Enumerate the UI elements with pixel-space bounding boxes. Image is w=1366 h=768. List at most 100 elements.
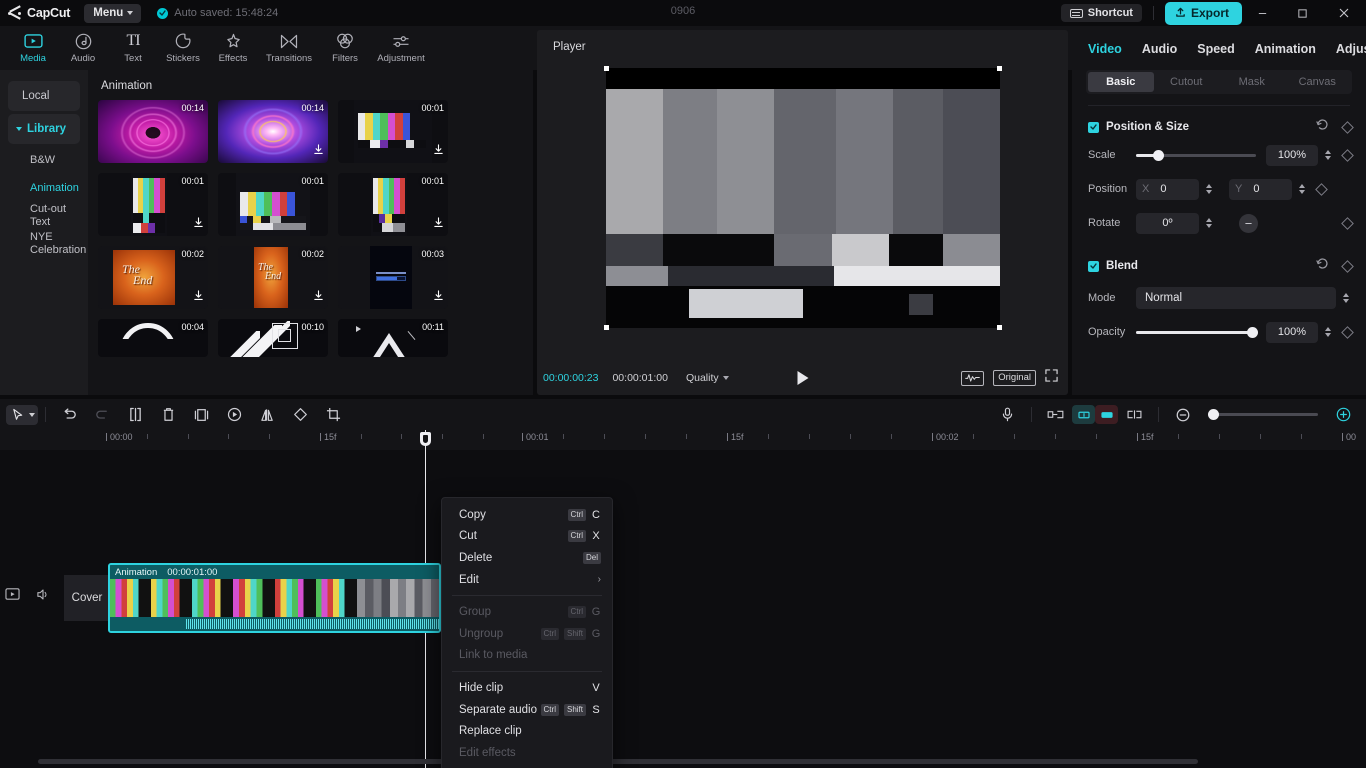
opacity-stepper[interactable] — [1322, 327, 1334, 337]
segment-mask[interactable]: Mask — [1219, 72, 1285, 92]
download-icon[interactable] — [433, 288, 444, 306]
download-icon[interactable] — [193, 215, 204, 233]
position-y-field[interactable]: Y 0 — [1229, 179, 1292, 200]
maximize-button[interactable] — [1282, 0, 1322, 26]
mute-icon[interactable] — [36, 588, 50, 606]
media-item[interactable]: 00:01 — [98, 173, 208, 236]
waveform-scope-icon[interactable] — [961, 371, 984, 386]
keyframe-icon[interactable] — [1341, 121, 1354, 134]
media-item[interactable]: TheEnd 00:02 — [218, 246, 328, 309]
quality-dropdown[interactable]: Quality — [686, 372, 729, 384]
magnet-toggle[interactable] — [1072, 405, 1095, 424]
timeline-horizontal-scrollbar[interactable] — [38, 759, 1198, 764]
tab-adjustment[interactable]: Adjustm — [1336, 42, 1366, 56]
resize-handle-br[interactable] — [997, 325, 1002, 330]
undo-button[interactable] — [53, 399, 86, 430]
tab-speed[interactable]: Speed — [1197, 42, 1235, 56]
timeline-ruler[interactable]: 00:00 15f 00:01 15f 00:02 15f 00 — [0, 430, 1366, 450]
frame-icon[interactable] — [5, 587, 20, 606]
tab-animation[interactable]: Animation — [1255, 42, 1316, 56]
media-item[interactable]: TheEnd 00:02 — [98, 246, 208, 309]
split-button[interactable] — [119, 399, 152, 430]
download-icon[interactable] — [433, 215, 444, 233]
media-item[interactable]: 00:10 — [218, 319, 328, 357]
sidebar-item-cutout-text[interactable]: Cut-out Text — [8, 203, 80, 229]
sidebar-item-library[interactable]: Library — [8, 114, 80, 144]
link-left-button[interactable] — [1039, 399, 1072, 430]
keyframe-icon[interactable] — [1341, 217, 1354, 230]
scale-value[interactable]: 100% — [1266, 145, 1318, 166]
play-button[interactable] — [797, 371, 808, 385]
tab-audio[interactable]: Audio — [1142, 42, 1177, 56]
menu-item-replace-clip[interactable]: Replace clip — [442, 720, 612, 742]
keyframe-icon[interactable] — [1315, 183, 1328, 196]
crop-button[interactable] — [317, 399, 350, 430]
unlink-button[interactable] — [1118, 399, 1151, 430]
sidebar-item-animation[interactable]: Animation — [8, 175, 80, 201]
zoom-slider[interactable] — [1208, 413, 1318, 416]
blend-checkbox[interactable] — [1088, 261, 1099, 272]
opacity-value[interactable]: 100% — [1266, 322, 1318, 343]
nav-tab-effects[interactable]: Effects — [208, 26, 258, 70]
opacity-slider[interactable] — [1136, 331, 1256, 334]
timeline-clip[interactable]: Animation 00:00:01:00 — [108, 563, 441, 633]
media-item[interactable]: 00:01 — [338, 173, 448, 236]
close-button[interactable] — [1322, 0, 1366, 26]
speed-button[interactable] — [218, 399, 251, 430]
menu-item-edit[interactable]: Edit › — [442, 569, 612, 591]
rotate-button[interactable] — [284, 399, 317, 430]
export-button[interactable]: Export — [1165, 2, 1242, 25]
playhead-handle[interactable] — [420, 432, 431, 446]
nav-tab-stickers[interactable]: Stickers — [158, 26, 208, 70]
media-item[interactable]: 00:03 — [338, 246, 448, 309]
menu-item-hide-clip[interactable]: Hide clip V — [442, 677, 612, 699]
download-icon[interactable] — [193, 288, 204, 306]
resize-handle-tr[interactable] — [997, 66, 1002, 71]
sidebar-item-local[interactable]: Local — [8, 81, 80, 111]
menu-item-cut[interactable]: Cut Ctrl X — [442, 526, 612, 548]
keyframe-icon[interactable] — [1341, 260, 1354, 273]
resize-handle-bl[interactable] — [604, 325, 609, 330]
menu-item-delete[interactable]: Delete Del — [442, 547, 612, 569]
media-item[interactable]: 00:14 — [218, 100, 328, 163]
position-y-stepper[interactable] — [1296, 184, 1308, 194]
link-toggle[interactable] — [1095, 405, 1118, 424]
download-icon[interactable] — [313, 142, 324, 160]
cover-button[interactable]: Cover — [64, 575, 110, 621]
segment-cutout[interactable]: Cutout — [1154, 72, 1220, 92]
reset-icon[interactable] — [1316, 118, 1329, 136]
media-item[interactable]: 00:01 — [218, 173, 328, 236]
rotate-stepper[interactable] — [1203, 218, 1215, 228]
position-size-checkbox[interactable] — [1088, 122, 1099, 133]
keyframe-icon[interactable] — [1341, 149, 1354, 162]
menu-item-separate-audio[interactable]: Separate audio Ctrl Shift S — [442, 699, 612, 721]
player-stage[interactable] — [606, 68, 1000, 328]
nav-tab-filters[interactable]: Filters — [320, 26, 370, 70]
timeline-area[interactable]: 00:00 15f 00:01 15f 00:02 15f 00 — [0, 430, 1366, 768]
microphone-button[interactable] — [991, 399, 1024, 430]
media-item[interactable]: 00:11 — [338, 319, 448, 357]
shortcut-button[interactable]: Shortcut — [1061, 4, 1142, 22]
menu-button[interactable]: Menu — [84, 4, 141, 23]
reset-icon[interactable] — [1316, 257, 1329, 275]
aspect-ratio-button[interactable]: Original — [993, 370, 1036, 386]
media-item[interactable]: 00:04 — [98, 319, 208, 357]
blend-mode-stepper[interactable] — [1340, 293, 1352, 303]
sidebar-item-nye-celebration[interactable]: NYE Celebration — [8, 231, 80, 257]
nav-tab-transitions[interactable]: Transitions — [258, 26, 320, 70]
scale-stepper[interactable] — [1322, 150, 1334, 160]
sidebar-item-bw[interactable]: B&W — [8, 147, 80, 173]
zoom-out-button[interactable] — [1166, 399, 1199, 430]
keyframe-icon[interactable] — [1341, 326, 1354, 339]
resize-handle-tl[interactable] — [604, 66, 609, 71]
mirror-button[interactable] — [251, 399, 284, 430]
nav-tab-media[interactable]: Media — [8, 26, 58, 70]
media-item[interactable]: 00:01 — [338, 100, 448, 163]
nav-tab-text[interactable]: TI Text — [108, 26, 158, 70]
nav-tab-audio[interactable]: Audio — [58, 26, 108, 70]
blend-mode-select[interactable]: Normal — [1136, 287, 1336, 309]
select-tool[interactable] — [6, 405, 38, 425]
delete-button[interactable] — [152, 399, 185, 430]
media-item[interactable]: 00:14 — [98, 100, 208, 163]
tab-video[interactable]: Video — [1088, 42, 1122, 56]
